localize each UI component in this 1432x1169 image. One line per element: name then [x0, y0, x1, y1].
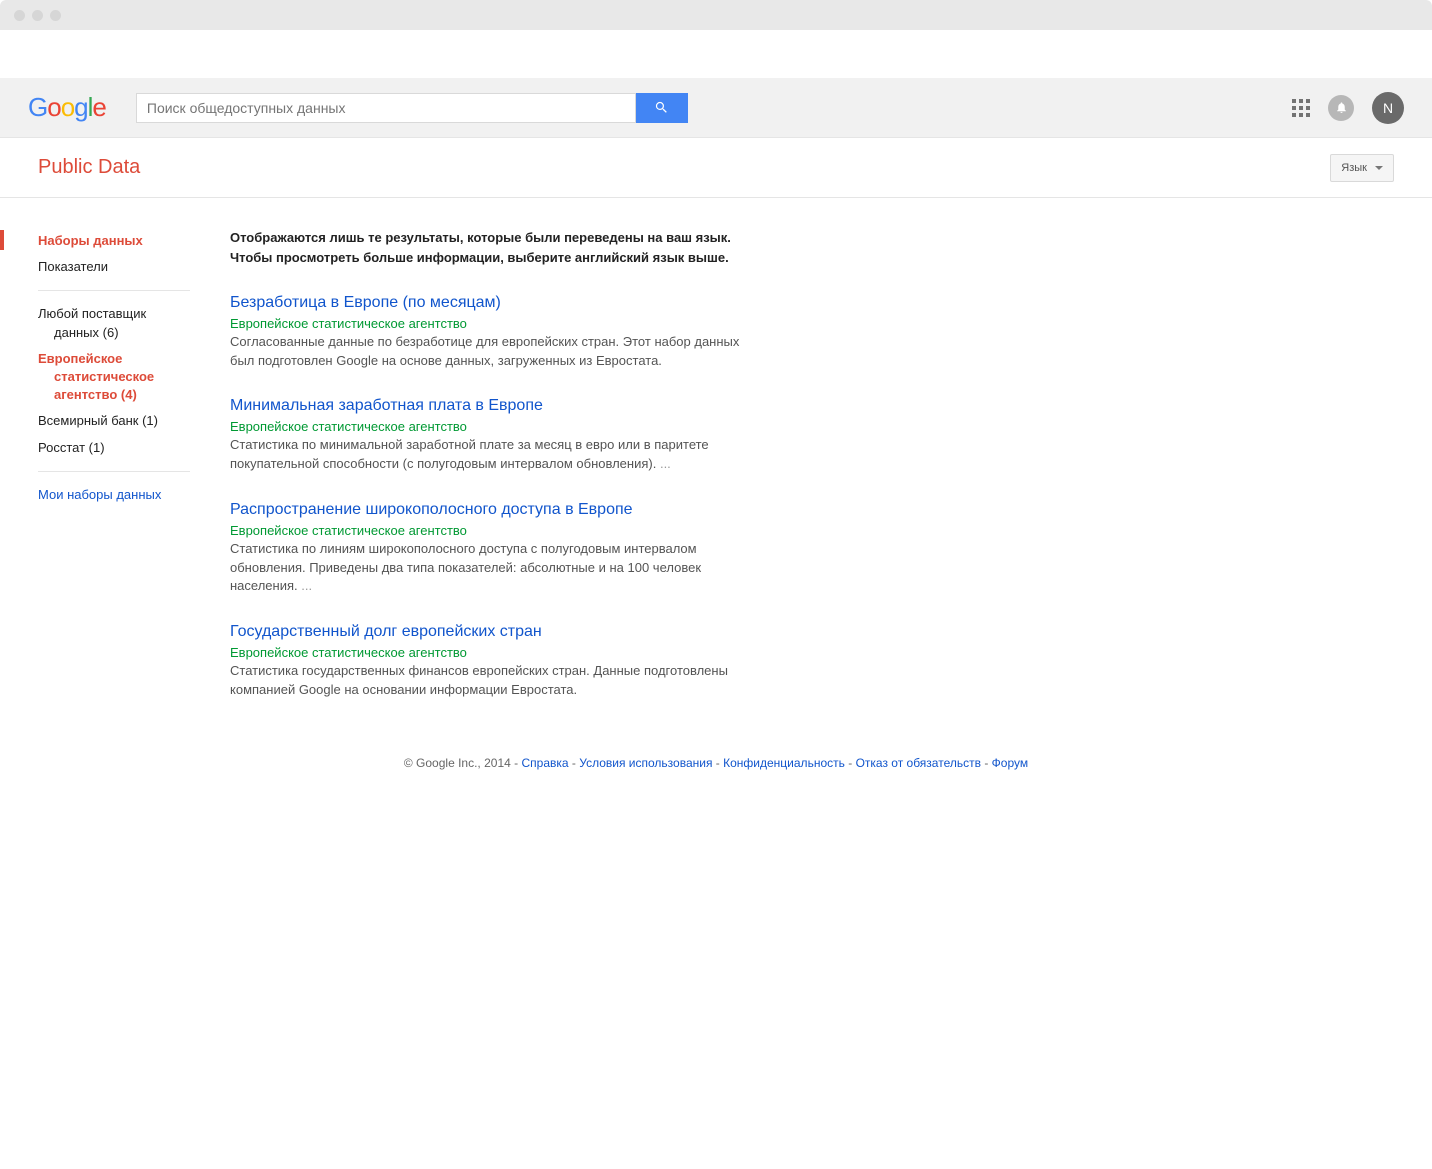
search-icon: [654, 100, 669, 115]
window-min-dot[interactable]: [32, 10, 43, 21]
footer: © Google Inc., 2014 - Справка - Условия …: [0, 726, 1432, 810]
footer-link-privacy[interactable]: Конфиденциальность: [723, 756, 845, 770]
result-source[interactable]: Европейское статистическое агентство: [230, 523, 750, 538]
result-source[interactable]: Европейское статистическое агентство: [230, 419, 750, 434]
browser-chrome: [0, 0, 1432, 30]
browser-toolbar-gap: [0, 30, 1432, 78]
result-snippet: Статистика по минимальной заработной пла…: [230, 436, 750, 474]
content: Наборы данных Показатели Любой поставщик…: [0, 198, 1432, 726]
footer-link-disclaimer[interactable]: Отказ от обязательств: [856, 756, 981, 770]
sidebar: Наборы данных Показатели Любой поставщик…: [0, 228, 190, 726]
chevron-down-icon: [1375, 166, 1383, 170]
search-result: Минимальная заработная плата в Европе Евр…: [230, 396, 750, 473]
footer-link-forum[interactable]: Форум: [992, 756, 1028, 770]
language-button[interactable]: Язык: [1330, 154, 1394, 182]
search-result: Распространение широкополосного доступа …: [230, 500, 750, 596]
sidebar-providers-section: Любой поставщик данных (6) Европейское с…: [38, 301, 190, 471]
search-result: Государственный долг европейских стран Ев…: [230, 622, 750, 699]
result-snippet: Статистика по линиям широкополосного дос…: [230, 540, 750, 597]
result-snippet: Статистика государственных финансов евро…: [230, 662, 750, 700]
sidebar-provider-eurostat-l3: агентство (4): [38, 386, 137, 404]
avatar[interactable]: N: [1372, 92, 1404, 124]
sidebar-provider-eurostat-l2: статистическое: [38, 368, 154, 386]
google-logo[interactable]: Google: [28, 92, 106, 123]
active-indicator: [0, 230, 4, 250]
page-title[interactable]: Public Data: [38, 156, 140, 179]
result-snippet: Согласованные данные по безработице для …: [230, 333, 750, 371]
result-title[interactable]: Безработица в Европе (по месяцам): [230, 293, 750, 314]
footer-link-help[interactable]: Справка: [521, 756, 568, 770]
search-form: [136, 93, 688, 123]
header-actions: N: [1292, 92, 1404, 124]
sidebar-nav-section: Наборы данных Показатели: [38, 228, 190, 291]
sidebar-provider-rosstat[interactable]: Росстат (1): [38, 435, 190, 461]
search-result: Безработица в Европе (по месяцам) Европей…: [230, 293, 750, 370]
notifications-icon[interactable]: [1328, 95, 1354, 121]
notice-l1: Отображаются лишь те результаты, которые…: [230, 230, 731, 245]
result-title[interactable]: Государственный долг европейских стран: [230, 622, 750, 643]
sidebar-provider-eurostat[interactable]: Европейское статистическое агентство (4): [38, 346, 190, 409]
sidebar-provider-eurostat-l1: Европейское: [38, 351, 122, 366]
result-source[interactable]: Европейское статистическое агентство: [230, 316, 750, 331]
subheader: Public Data Язык: [0, 138, 1432, 198]
search-button[interactable]: [636, 93, 688, 123]
sidebar-provider-any-l1: Любой поставщик: [38, 306, 146, 321]
result-source[interactable]: Европейское статистическое агентство: [230, 645, 750, 660]
language-label: Язык: [1341, 162, 1367, 174]
window-max-dot[interactable]: [50, 10, 61, 21]
sidebar-provider-worldbank[interactable]: Всемирный банк (1): [38, 408, 190, 434]
sidebar-provider-any[interactable]: Любой поставщик данных (6): [38, 301, 190, 345]
sidebar-provider-any-l2: данных (6): [38, 324, 119, 342]
result-title[interactable]: Распространение широкополосного доступа …: [230, 500, 750, 521]
apps-icon[interactable]: [1292, 99, 1310, 117]
translation-notice: Отображаются лишь те результаты, которые…: [230, 228, 750, 267]
header-bar: Google N: [0, 78, 1432, 138]
notice-l2: Чтобы просмотреть больше информации, выб…: [230, 250, 729, 265]
sidebar-item-indicators[interactable]: Показатели: [38, 254, 190, 280]
sidebar-item-datasets[interactable]: Наборы данных: [38, 228, 190, 254]
main-results: Отображаются лишь те результаты, которые…: [190, 228, 750, 726]
sidebar-my-datasets[interactable]: Мои наборы данных: [38, 482, 190, 508]
window-close-dot[interactable]: [14, 10, 25, 21]
footer-link-terms[interactable]: Условия использования: [579, 756, 712, 770]
footer-copyright: © Google Inc., 2014: [404, 756, 511, 770]
result-title[interactable]: Минимальная заработная плата в Европе: [230, 396, 750, 417]
search-input[interactable]: [136, 93, 636, 123]
